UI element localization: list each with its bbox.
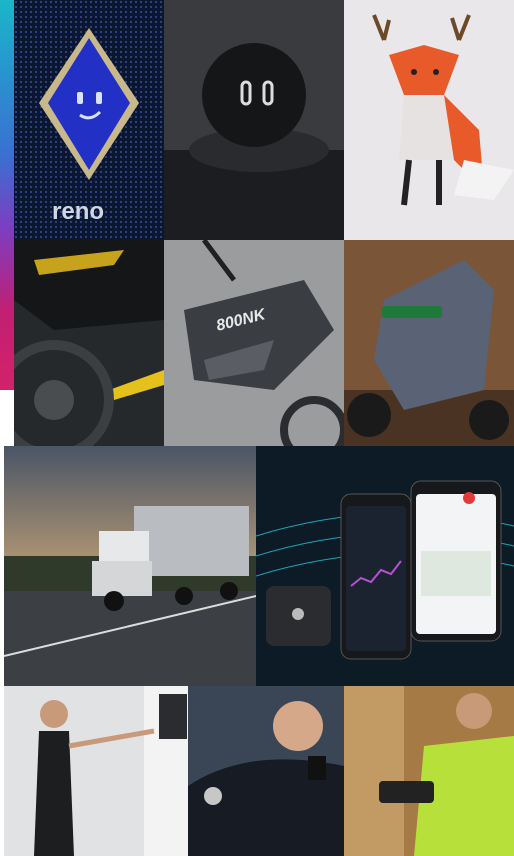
tile-semi-truck[interactable] <box>4 446 256 686</box>
motorcycle-closeup-illustration <box>14 240 164 446</box>
dashboard-robot-illustration <box>164 0 344 240</box>
tile-lowpoly-fox[interactable] <box>344 0 514 240</box>
tile-nk-motorcycle[interactable]: 800NK <box>164 240 344 446</box>
police-officer-illustration <box>188 686 344 856</box>
woman-kiosk-illustration <box>4 686 188 856</box>
tile-motorcycle-closeup[interactable] <box>14 240 164 446</box>
nk-motorcycle-illustration <box>164 240 344 446</box>
fox-illustration <box>372 14 514 206</box>
tile-electric-scooter[interactable] <box>344 240 514 446</box>
accent-color-strip <box>0 0 14 390</box>
scooter-illustration <box>344 240 514 446</box>
tile-car-dashboard-robot[interactable] <box>164 0 344 240</box>
tile-warehouse-worker[interactable] <box>344 686 514 856</box>
fleet-app-illustration <box>256 480 514 660</box>
tile-police-officer[interactable] <box>188 686 344 856</box>
tile-reno-robot[interactable]: reno <box>14 0 164 240</box>
tile-woman-kiosk[interactable] <box>4 686 188 856</box>
warehouse-worker-illustration <box>344 686 514 856</box>
tile-fleet-app[interactable] <box>256 446 514 686</box>
truck-illustration <box>4 446 256 686</box>
reno-logo-text: reno <box>52 198 105 225</box>
